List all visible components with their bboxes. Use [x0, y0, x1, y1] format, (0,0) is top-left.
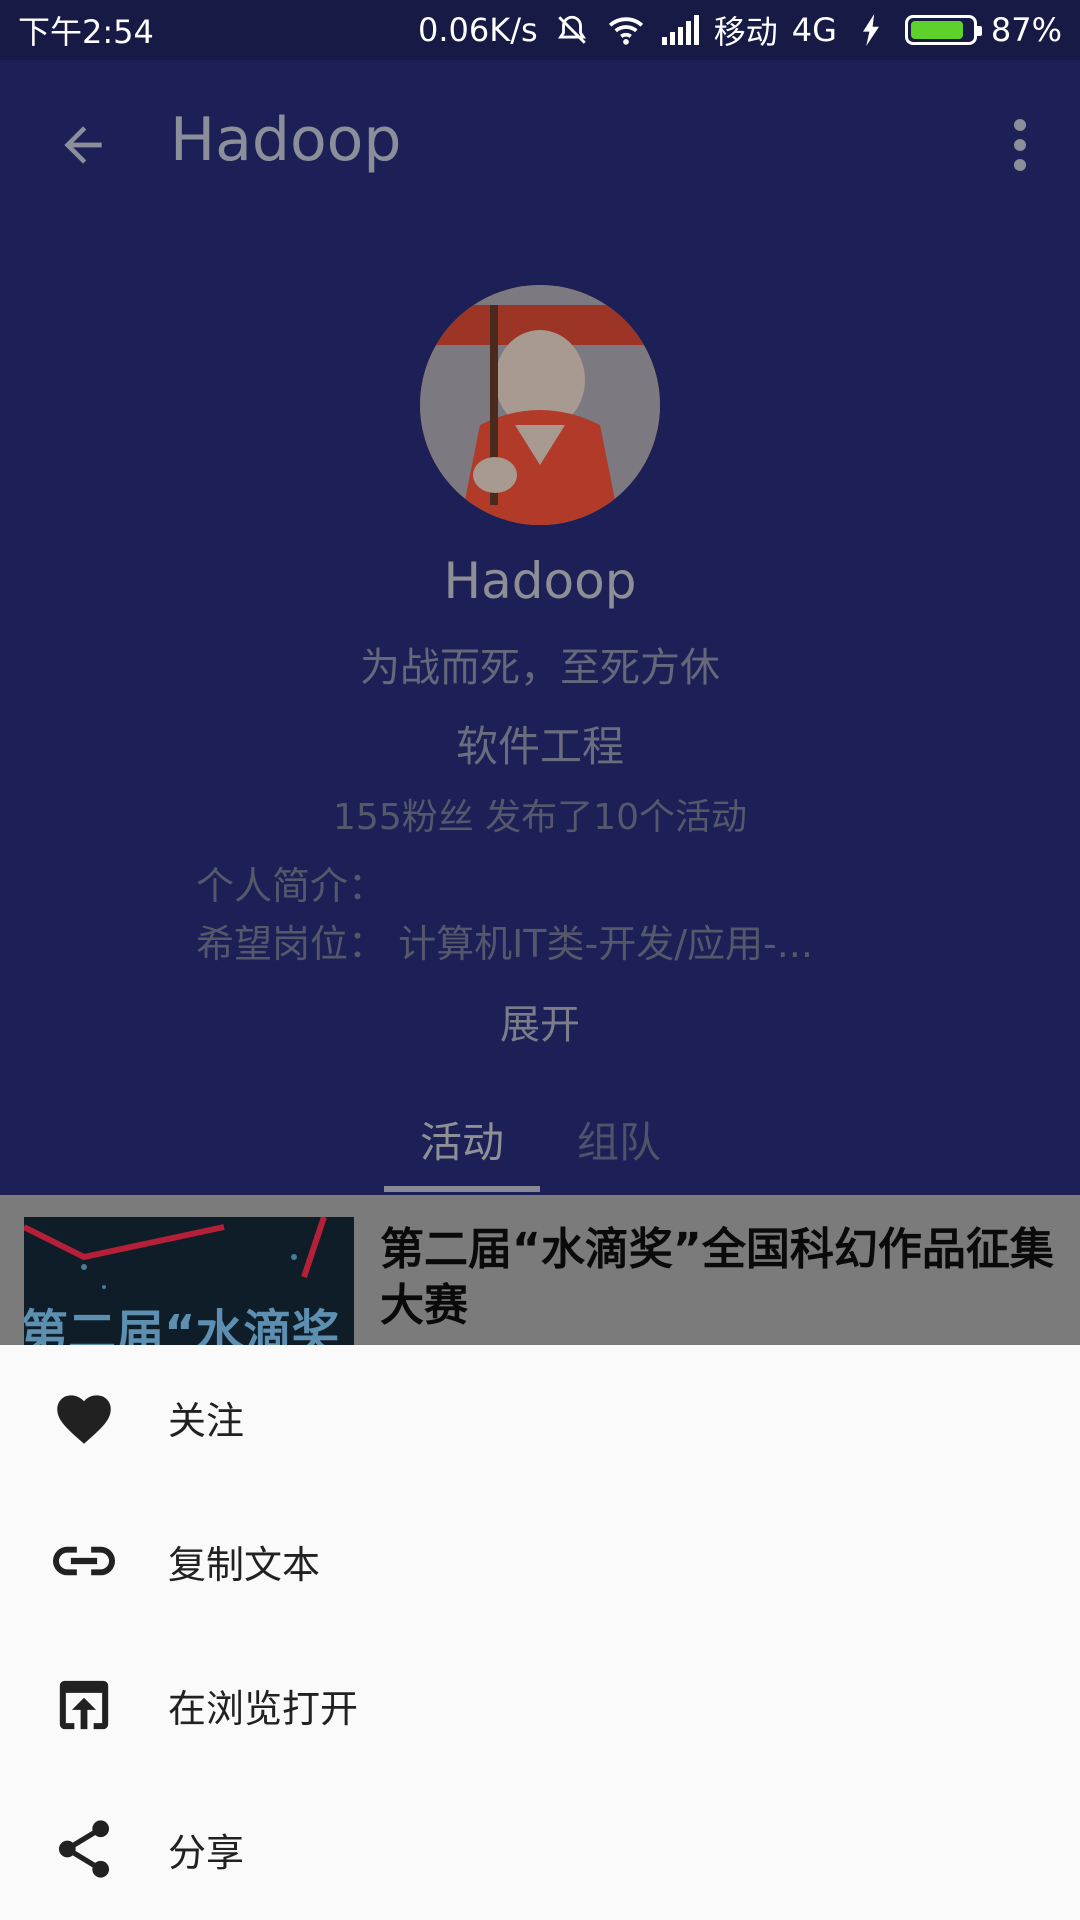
battery-fill	[910, 21, 964, 39]
activity-thumbnail: 第二届“水滴奖	[24, 1217, 354, 1345]
bottom-sheet: 关注 复制文本 在浏览打开 分享	[0, 1345, 1080, 1920]
follow-option[interactable]: 关注	[0, 1345, 1080, 1489]
profile-major: 软件工程	[455, 722, 624, 771]
profile-header: Hadoop 为战而死，至死方休 软件工程 155粉丝 发布了10个活动 个人简…	[0, 230, 1080, 1195]
copy-text-option[interactable]: 复制文本	[0, 1489, 1080, 1633]
carrier-label: 移动	[713, 13, 778, 51]
wifi-icon	[606, 13, 646, 47]
tab-team[interactable]: 组队	[577, 1109, 661, 1170]
profile-intro-label: 个人简介：	[196, 864, 387, 908]
tab-indicator	[384, 1186, 540, 1192]
heart-icon	[50, 1383, 118, 1451]
expand-button[interactable]: 展开	[0, 992, 1080, 1050]
tab-activity[interactable]: 活动	[420, 1109, 504, 1170]
share-icon	[50, 1815, 118, 1883]
page-title: Hadoop	[170, 105, 402, 175]
profile-tabs: 活动 组队	[0, 1095, 1080, 1195]
profile-name: Hadoop	[443, 552, 637, 610]
charging-icon	[851, 13, 891, 47]
more-vert-icon	[1014, 119, 1026, 171]
network-speed: 0.06K/s	[418, 11, 538, 49]
app-bar: Hadoop	[0, 60, 1080, 230]
arrow-back-icon	[64, 126, 102, 164]
profile-stats: 155粉丝 发布了10个活动	[333, 797, 747, 838]
avatar[interactable]	[420, 285, 660, 525]
status-icons: 0.06K/s 移动 4G 87%	[418, 7, 1062, 53]
open-in-browser-option[interactable]: 在浏览打开	[0, 1633, 1080, 1777]
open-in-browser-label: 在浏览打开	[168, 1686, 359, 1731]
more-options-button[interactable]	[980, 105, 1060, 185]
profile-motto: 为战而死，至死方休	[360, 645, 720, 691]
back-button[interactable]	[48, 110, 118, 180]
share-label: 分享	[168, 1830, 245, 1875]
activity-list: 第二届“水滴奖 第二届“水滴奖”全国科幻作品征集大赛	[0, 1195, 1080, 1345]
link-icon	[50, 1527, 118, 1595]
profile-job: 希望岗位： 计算机IT类-开发/应用-...	[196, 922, 813, 966]
activity-title: 第二届“水滴奖”全国科幻作品征集大赛	[380, 1224, 1054, 1331]
signal-icon	[660, 13, 700, 47]
battery-percent: 87%	[990, 11, 1062, 49]
share-option[interactable]: 分享	[0, 1777, 1080, 1920]
open-in-browser-icon	[50, 1671, 118, 1739]
status-time: 下午2:54	[18, 13, 154, 51]
status-bar: 下午2:54 0.06K/s 移动 4G 87%	[0, 0, 1080, 60]
follow-label: 关注	[168, 1398, 245, 1443]
copy-text-label: 复制文本	[168, 1542, 321, 1587]
battery-icon	[904, 15, 982, 45]
thumbnail-text: 第二届“水滴奖	[24, 1305, 340, 1345]
mute-icon	[552, 13, 592, 47]
network-type: 4G	[791, 11, 837, 49]
